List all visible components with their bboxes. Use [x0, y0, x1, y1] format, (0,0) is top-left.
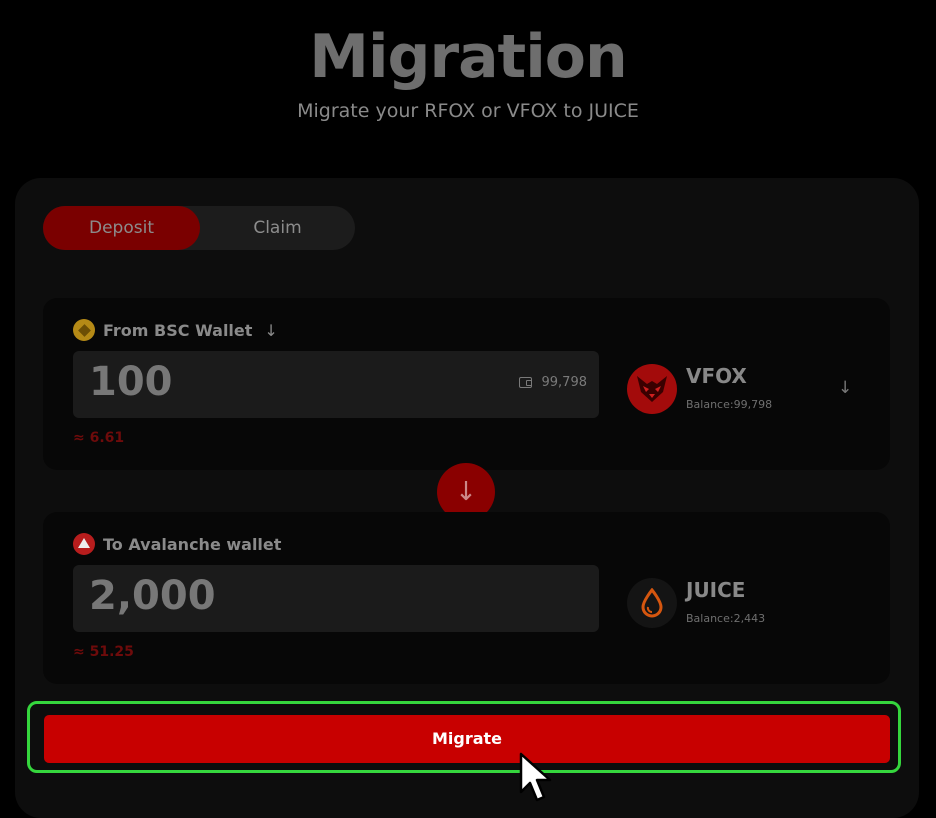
to-wallet-label: To Avalanche wallet: [103, 534, 282, 554]
from-wallet-label: From BSC Wallet: [103, 320, 253, 340]
tab-bar: Deposit Claim: [43, 206, 355, 250]
vfox-logo-icon[interactable]: [627, 364, 677, 414]
page-subtitle: Migrate your RFOX or VFOX to JUICE: [297, 100, 639, 122]
from-amount-input[interactable]: 100 99,798: [73, 351, 599, 418]
to-token-name: JUICE: [686, 578, 746, 602]
to-card: To Avalanche wallet 2,000 ≈ 51.25 JUICE …: [43, 512, 890, 684]
from-token-balance: Balance:99,798: [686, 398, 773, 411]
mouse-cursor-icon: [518, 752, 554, 808]
to-token-balance: Balance:2,443: [686, 612, 766, 625]
arrow-down-icon: ↓: [455, 477, 477, 507]
from-token-name[interactable]: VFOX: [686, 364, 747, 388]
to-wallet-label-row: To Avalanche wallet: [73, 532, 281, 556]
from-card: From BSC Wallet ↓ 100 99,798 ≈ 6.61 VFOX…: [43, 298, 890, 470]
page-title: Migration: [309, 22, 627, 92]
wallet-balance-value: 99,798: [541, 375, 588, 390]
wallet-icon: [518, 377, 532, 388]
from-usd-value: ≈ 6.61: [73, 430, 125, 446]
from-wallet-selector[interactable]: From BSC Wallet ↓: [73, 318, 278, 342]
wallet-balance[interactable]: 99,798: [518, 375, 588, 390]
to-amount-value: 2,000: [89, 573, 216, 619]
avalanche-icon: [73, 533, 95, 555]
from-amount-value: 100: [89, 359, 173, 405]
token-select-arrow-icon[interactable]: ↓: [838, 378, 852, 398]
bsc-icon: [73, 319, 95, 341]
juice-logo-icon: [627, 578, 677, 628]
to-amount-output: 2,000: [73, 565, 599, 632]
to-usd-value: ≈ 51.25: [73, 644, 134, 660]
tab-claim[interactable]: Claim: [200, 206, 355, 250]
migrate-button[interactable]: Migrate: [44, 715, 890, 763]
arrow-down-icon: ↓: [264, 320, 278, 340]
tab-deposit[interactable]: Deposit: [43, 206, 200, 250]
